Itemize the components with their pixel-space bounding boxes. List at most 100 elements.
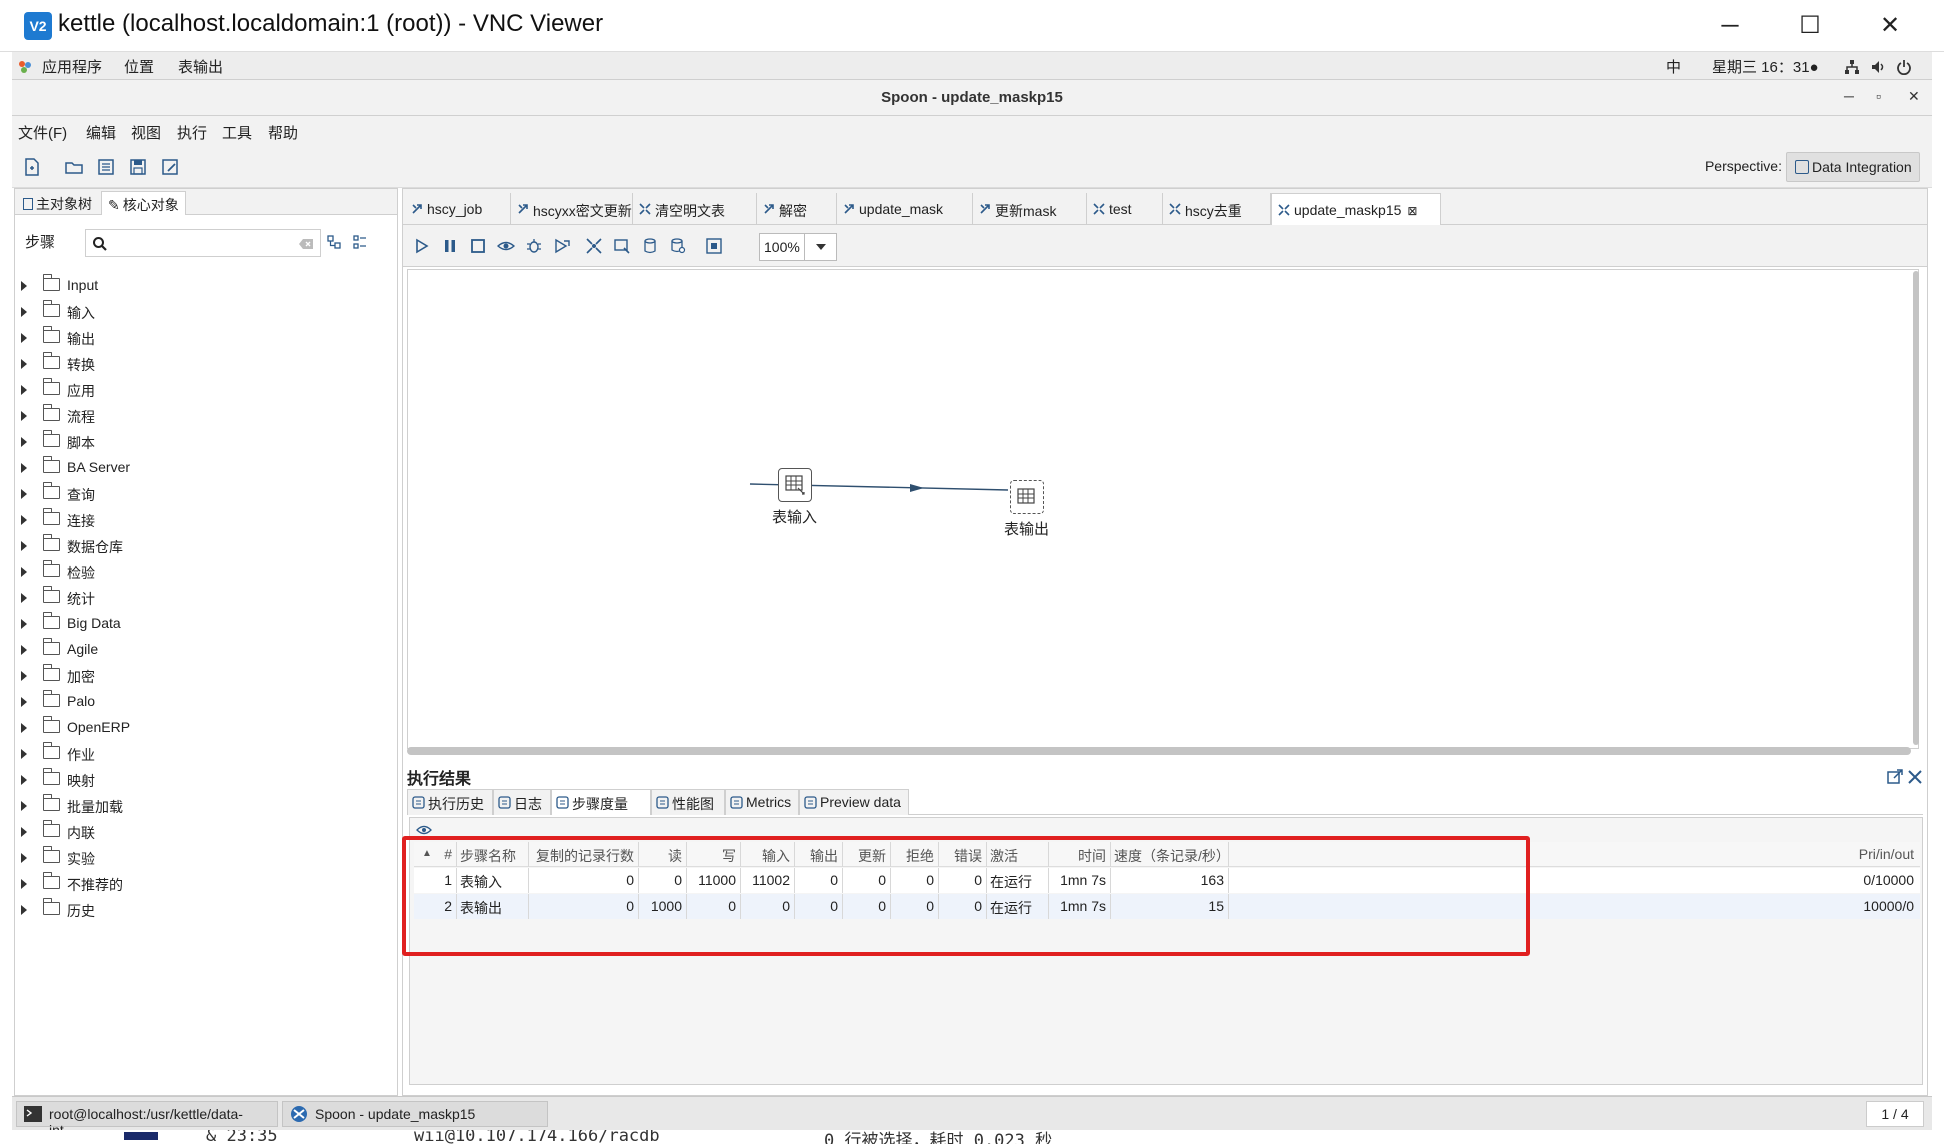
expand-arrow-icon[interactable] — [21, 541, 27, 551]
workspace-pager[interactable]: 1 / 4 — [1866, 1101, 1924, 1127]
verify-icon[interactable] — [585, 237, 603, 255]
file-tab[interactable]: update_mask — [837, 193, 973, 225]
tree-category[interactable]: 映射 — [15, 767, 395, 793]
expand-arrow-icon[interactable] — [21, 515, 27, 525]
pause-icon[interactable] — [441, 237, 459, 255]
tree-category[interactable]: 加密 — [15, 663, 395, 689]
spoon-maximize-button[interactable]: ▫ — [1876, 88, 1881, 104]
close-button[interactable]: ✕ — [1870, 8, 1910, 44]
spoon-minimize-button[interactable]: ─ — [1844, 88, 1854, 104]
transformation-canvas[interactable]: 表输入 表输出 — [407, 269, 1919, 749]
expand-arrow-icon[interactable] — [21, 281, 27, 291]
run-icon[interactable] — [413, 237, 431, 255]
tree-category[interactable]: 查询 — [15, 481, 395, 507]
show-results-icon[interactable] — [705, 237, 723, 255]
expand-arrow-icon[interactable] — [21, 437, 27, 447]
expand-arrow-icon[interactable] — [21, 333, 27, 343]
results-tab[interactable]: 执行历史 — [407, 789, 493, 815]
file-tab[interactable]: hscy_job — [405, 193, 511, 225]
tree-category[interactable]: 作业 — [15, 741, 395, 767]
expand-arrow-icon[interactable] — [21, 567, 27, 577]
expand-all-icon[interactable] — [327, 235, 341, 249]
tree-category[interactable]: 转换 — [15, 351, 395, 377]
hop-connector[interactable] — [408, 270, 1918, 748]
tree-category[interactable]: 实验 — [15, 845, 395, 871]
menu-view[interactable]: 视图 — [131, 122, 161, 143]
file-tab[interactable]: hscy去重 — [1163, 193, 1271, 225]
replay-icon[interactable] — [553, 237, 571, 255]
tree-category[interactable]: Big Data — [15, 611, 395, 637]
table-output-step[interactable] — [1010, 480, 1044, 514]
collapse-all-icon[interactable] — [353, 235, 367, 249]
impact-icon[interactable] — [613, 237, 631, 255]
tree-category[interactable]: 批量加载 — [15, 793, 395, 819]
results-tab[interactable]: Metrics — [725, 789, 799, 815]
menu-edit[interactable]: 编辑 — [86, 122, 116, 143]
expand-arrow-icon[interactable] — [21, 463, 27, 473]
tree-category[interactable]: 脚本 — [15, 429, 395, 455]
tree-category[interactable]: 统计 — [15, 585, 395, 611]
tree-category[interactable]: 不推荐的 — [15, 871, 395, 897]
expand-arrow-icon[interactable] — [21, 645, 27, 655]
expand-arrow-icon[interactable] — [21, 775, 27, 785]
sql-icon[interactable] — [641, 237, 659, 255]
explore-db-icon[interactable] — [669, 237, 687, 255]
steps-search-input[interactable] — [85, 229, 321, 257]
places-menu[interactable]: 位置 — [124, 56, 154, 77]
tree-category[interactable]: Input — [15, 273, 395, 299]
stop-icon[interactable] — [469, 237, 487, 255]
perspective-button[interactable]: Data Integration — [1786, 152, 1920, 182]
file-tab[interactable]: 更新mask — [973, 193, 1087, 225]
tree-category[interactable]: 应用 — [15, 377, 395, 403]
tree-category[interactable]: 历史 — [15, 897, 395, 923]
volume-icon[interactable] — [1870, 58, 1886, 75]
ime-indicator[interactable]: 中 — [1666, 56, 1681, 77]
tree-category[interactable]: 检验 — [15, 559, 395, 585]
tree-category[interactable]: 数据仓库 — [15, 533, 395, 559]
expand-arrow-icon[interactable] — [21, 697, 27, 707]
power-icon[interactable] — [1896, 58, 1912, 76]
file-tab[interactable]: update_maskp15 ⊠ — [1271, 193, 1441, 226]
clear-search-icon[interactable] — [298, 238, 314, 250]
expand-arrow-icon[interactable] — [21, 489, 27, 499]
file-tab[interactable]: 解密 — [757, 193, 837, 225]
active-window-menu[interactable]: 表输出 — [178, 56, 223, 77]
menu-help[interactable]: 帮助 — [268, 122, 298, 143]
clock[interactable]: 星期三 16：31● — [1712, 56, 1819, 77]
taskbar-terminal[interactable]: root@localhost:/usr/kettle/data-int… — [16, 1101, 278, 1138]
save-as-icon[interactable] — [160, 157, 180, 177]
tree-category[interactable]: BA Server — [15, 455, 395, 481]
results-tab[interactable]: 日志 — [493, 789, 551, 815]
expand-arrow-icon[interactable] — [21, 385, 27, 395]
save-icon[interactable] — [128, 157, 148, 177]
expand-arrow-icon[interactable] — [21, 723, 27, 733]
open-file-icon[interactable] — [64, 157, 84, 177]
taskbar-spoon[interactable]: Spoon - update_maskp15 — [282, 1101, 548, 1127]
expand-arrow-icon[interactable] — [21, 853, 27, 863]
file-tab[interactable]: hscyxx密文更新 — [511, 193, 633, 225]
results-tab[interactable]: 步骤度量 — [551, 789, 651, 815]
zoom-select[interactable]: 100% — [759, 233, 837, 261]
expand-arrow-icon[interactable] — [21, 411, 27, 421]
expand-arrow-icon[interactable] — [21, 359, 27, 369]
expand-arrow-icon[interactable] — [21, 827, 27, 837]
table-input-step[interactable] — [778, 468, 812, 502]
canvas-horizontal-scrollbar[interactable] — [407, 747, 1911, 755]
minimize-button[interactable]: ─ — [1710, 8, 1750, 44]
popout-icon[interactable] — [1887, 769, 1903, 785]
network-icon[interactable] — [1844, 58, 1860, 75]
file-tab[interactable]: 清空明文表 — [633, 193, 757, 225]
results-tab[interactable]: 性能图 — [651, 789, 725, 815]
preview-icon[interactable] — [497, 237, 515, 255]
tree-category[interactable]: Agile — [15, 637, 395, 663]
tree-category[interactable]: Palo — [15, 689, 395, 715]
results-tab[interactable]: Preview data — [799, 789, 909, 815]
expand-arrow-icon[interactable] — [21, 749, 27, 759]
tree-category[interactable]: 输入 — [15, 299, 395, 325]
menu-run[interactable]: 执行 — [177, 122, 207, 143]
close-results-icon[interactable] — [1907, 769, 1923, 785]
tab-main-tree[interactable]: 主对象树 — [17, 191, 98, 215]
expand-arrow-icon[interactable] — [21, 593, 27, 603]
expand-arrow-icon[interactable] — [21, 671, 27, 681]
expand-arrow-icon[interactable] — [21, 307, 27, 317]
